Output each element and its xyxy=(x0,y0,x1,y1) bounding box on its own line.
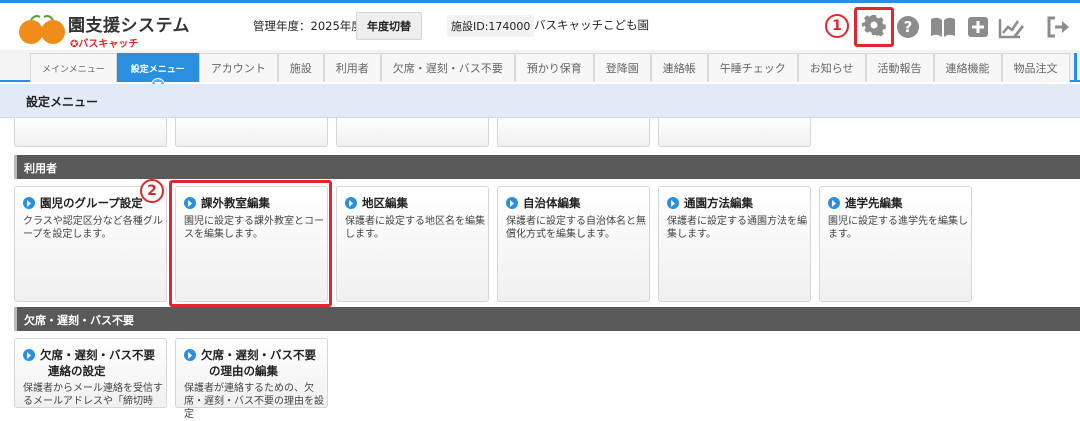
tab-attendance[interactable]: 登降園 xyxy=(593,53,651,82)
tab-activity-report[interactable]: 活動報告 xyxy=(865,53,934,82)
tab-contact-book[interactable]: 連絡帳 xyxy=(650,53,708,82)
card-title-text: 通園方法編集 xyxy=(684,196,753,210)
arrow-right-icon xyxy=(345,197,357,209)
section-header-absence: 欠席・遅刻・バス不要 xyxy=(14,307,1080,331)
card-title-line: 欠席・遅刻・バス不要 xyxy=(40,348,155,362)
card-title-text: 進学先編集 xyxy=(845,196,903,210)
card-description: 保護者が連絡するための、欠席・遅刻・バス不要の理由を設定 xyxy=(184,383,324,420)
arrow-right-icon xyxy=(506,197,518,209)
annotation-marker-1: 1 xyxy=(825,14,849,38)
nav-end-marker xyxy=(1074,53,1077,82)
section-title: 欠席・遅刻・バス不要 xyxy=(24,314,134,327)
arrow-right-icon xyxy=(667,197,679,209)
card-description: クラスや認定区分など各種グループを設定します。 xyxy=(23,216,163,240)
gear-icon[interactable] xyxy=(862,13,886,41)
main-nav: メインメニュー 設定メニュー アカウント 施設 利用者 欠席・遅刻・バス不要 預… xyxy=(0,50,1080,92)
card-stub[interactable] xyxy=(336,118,489,147)
card-title: 通園方法編集 xyxy=(667,195,753,211)
card-description: 園児に設定する進学先を編集します。 xyxy=(828,216,968,240)
card-stub[interactable] xyxy=(658,118,811,147)
card-title: 欠席・遅刻・バス不要連絡の設定 xyxy=(23,347,155,379)
fiscal-year-label: 管理年度：2025年度 xyxy=(253,19,363,33)
card-stub[interactable] xyxy=(175,118,328,147)
help-icon[interactable]: ? xyxy=(895,14,921,40)
card-absence-reason-edit[interactable]: 欠席・遅刻・バス不要の理由の編集 保護者が連絡するための、欠席・遅刻・バス不要の… xyxy=(175,338,328,420)
brand-subtitle: ✪バスキャッチ xyxy=(70,35,138,50)
section-header-users: 利用者 xyxy=(14,155,1080,179)
card-title-text: 自治体編集 xyxy=(523,196,581,210)
facility-name: バスキャッチこども園 xyxy=(534,18,649,32)
arrow-right-icon xyxy=(23,197,35,209)
arrow-right-icon xyxy=(23,349,35,361)
card-title: 進学先編集 xyxy=(828,195,903,211)
edit-chart-icon[interactable] xyxy=(998,14,1024,40)
card-description: 保護者に設定する地区名を編集します。 xyxy=(345,216,485,240)
card-description: 保護者に設定する自治体名と無償化方式を編集します。 xyxy=(506,216,646,240)
app-header: 園支援システム ✪バスキャッチ 管理年度：2025年度 年度切替 施設ID:17… xyxy=(0,3,1080,50)
card-title: 自治体編集 xyxy=(506,195,581,211)
card-commute-method-edit[interactable]: 通園方法編集 保護者に設定する通園方法を編集します。 xyxy=(658,186,811,302)
nav-tabs: メインメニュー 設定メニュー アカウント 施設 利用者 欠席・遅刻・バス不要 預… xyxy=(30,53,1070,92)
card-title: 欠席・遅刻・バス不要の理由の編集 xyxy=(184,347,316,379)
card-title-text: 地区編集 xyxy=(362,196,408,210)
year-switch-button[interactable]: 年度切替 xyxy=(356,12,422,40)
section-title: 利用者 xyxy=(24,162,57,175)
card-description: 保護者に設定する通園方法を編集します。 xyxy=(667,216,807,240)
brand-logo[interactable] xyxy=(18,12,68,46)
card-stub[interactable] xyxy=(14,118,167,147)
settings-highlight-box xyxy=(854,7,894,47)
annotation-highlight-box xyxy=(169,180,332,307)
card-description: 保護者からメール連絡を受信するメールアドレスや「締切時 xyxy=(23,383,163,407)
card-absence-contact-settings[interactable]: 欠席・遅刻・バス不要連絡の設定 保護者からメール連絡を受信するメールアドレスや「… xyxy=(14,338,167,408)
card-title-line: 連絡の設定 xyxy=(48,364,106,378)
svg-text:?: ? xyxy=(904,18,913,36)
tab-facility[interactable]: 施設 xyxy=(277,53,324,82)
plus-icon[interactable] xyxy=(965,14,991,40)
tab-users[interactable]: 利用者 xyxy=(323,53,381,82)
tab-absence[interactable]: 欠席・遅刻・バス不要 xyxy=(380,53,515,82)
logout-icon[interactable] xyxy=(1046,14,1072,40)
card-title-text: 欠席・遅刻・バス不要の理由の編集 xyxy=(201,347,316,379)
annotation-marker-2: 2 xyxy=(140,179,164,203)
tab-childcare[interactable]: 預かり保育 xyxy=(514,53,594,82)
tab-account[interactable]: アカウント xyxy=(198,53,278,82)
brand-subtitle-text: バスキャッチ xyxy=(78,39,139,50)
tab-contact-function[interactable]: 連絡機能 xyxy=(933,53,1002,82)
brand-title: 園支援システム xyxy=(68,16,190,36)
card-title: 園児のグループ設定 xyxy=(23,195,143,211)
tab-settings-label: 設定メニュー xyxy=(130,64,185,75)
card-child-group-settings[interactable]: 園児のグループ設定 クラスや認定区分など各種グループを設定します。 xyxy=(14,186,167,302)
card-title-line: の理由の編集 xyxy=(209,364,278,378)
card-stub[interactable] xyxy=(497,118,650,147)
card-title: 地区編集 xyxy=(345,195,408,211)
page-title-bar: 設定メニュー xyxy=(0,84,1080,118)
facility-id-badge: 施設ID:174000 xyxy=(447,15,535,37)
card-next-school-edit[interactable]: 進学先編集 園児に設定する進学先を編集します。 xyxy=(819,186,972,302)
tab-notices[interactable]: お知らせ xyxy=(797,53,866,82)
page-title: 設定メニュー xyxy=(26,95,99,109)
tab-settings-menu[interactable]: 設定メニュー xyxy=(116,53,199,92)
tab-nap-check[interactable]: 午睡チェック xyxy=(707,53,798,82)
arrow-right-icon xyxy=(184,349,196,361)
card-municipality-edit[interactable]: 自治体編集 保護者に設定する自治体名と無償化方式を編集します。 xyxy=(497,186,650,302)
card-title-text: 園児のグループ設定 xyxy=(40,196,143,210)
card-title-line: 欠席・遅刻・バス不要 xyxy=(201,348,316,362)
card-district-edit[interactable]: 地区編集 保護者に設定する地区名を編集します。 xyxy=(336,186,489,302)
manual-book-icon[interactable] xyxy=(930,14,956,40)
arrow-right-icon xyxy=(828,197,840,209)
tab-goods-order[interactable]: 物品注文 xyxy=(1001,53,1070,82)
tab-main-menu[interactable]: メインメニュー xyxy=(30,53,117,82)
card-title-text: 欠席・遅刻・バス不要連絡の設定 xyxy=(40,347,155,379)
